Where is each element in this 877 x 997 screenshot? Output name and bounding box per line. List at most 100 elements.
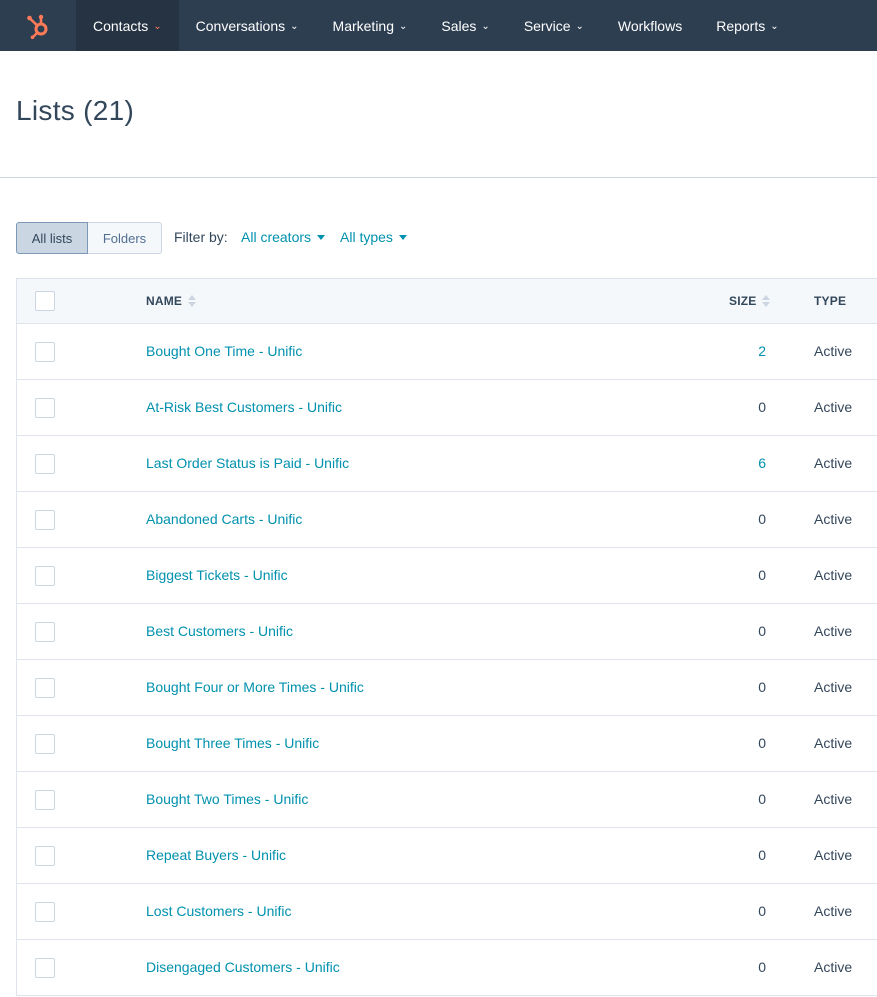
row-checkbox[interactable]	[35, 454, 55, 474]
list-type: Active	[814, 791, 853, 807]
list-size: 0	[758, 791, 766, 807]
list-name-link[interactable]: At-Risk Best Customers - Unific	[146, 399, 342, 415]
chevron-down-icon: ⌄	[153, 21, 162, 32]
list-name-link[interactable]: Bought One Time - Unific	[146, 343, 302, 359]
table-body: Bought One Time - Unific 2 Active At-Risk B…	[17, 324, 877, 996]
row-checkbox[interactable]	[35, 846, 55, 866]
filter-by-label: Filter by:	[174, 229, 228, 245]
caret-down-icon	[398, 235, 407, 240]
list-size: 0	[758, 623, 766, 639]
name-column-label: NAME	[146, 294, 183, 308]
row-checkbox[interactable]	[35, 622, 55, 642]
nav-item-label: Sales	[441, 17, 477, 34]
chevron-down-icon: ⌄	[290, 21, 299, 32]
nav-item-label: Marketing	[332, 17, 394, 34]
size-column-header[interactable]: SIZE	[729, 294, 771, 308]
page-title: Lists (21)	[16, 95, 135, 126]
types-filter-label: All types	[340, 229, 393, 245]
nav-item-reports[interactable]: Reports ⌄	[699, 0, 795, 51]
list-name-link[interactable]: Biggest Tickets - Unific	[146, 567, 288, 583]
list-type: Active	[814, 399, 853, 415]
list-type: Active	[814, 679, 853, 695]
chevron-down-icon: ⌄	[575, 21, 584, 32]
table-row: Bought Three Times - Unific 0 Active	[17, 716, 877, 772]
nav-item-label: Conversations	[195, 17, 286, 34]
row-checkbox[interactable]	[35, 734, 55, 754]
row-checkbox[interactable]	[35, 790, 55, 810]
nav-item-label: Service	[523, 17, 571, 34]
chevron-down-icon: ⌄	[399, 21, 408, 32]
nav-item-contacts[interactable]: Contacts ⌄	[76, 0, 179, 51]
nav-item-label: Contacts	[93, 17, 149, 34]
list-size: 0	[758, 511, 766, 527]
nav-item-workflows[interactable]: Workflows	[601, 0, 699, 51]
row-checkbox[interactable]	[35, 398, 55, 418]
row-checkbox[interactable]	[35, 566, 55, 586]
table-row: Bought One Time - Unific 2 Active	[17, 324, 877, 380]
chevron-down-icon: ⌄	[481, 21, 490, 32]
list-name-link[interactable]: Best Customers - Unific	[146, 623, 293, 639]
row-checkbox[interactable]	[35, 958, 55, 978]
list-type: Active	[814, 455, 853, 471]
list-name-link[interactable]: Last Order Status is Paid - Unific	[146, 455, 349, 471]
list-size: 0	[758, 735, 766, 751]
list-type: Active	[814, 343, 853, 359]
sort-icon	[762, 295, 771, 307]
list-type: Active	[814, 623, 853, 639]
table-row: Lost Customers - Unific 0 Active	[17, 884, 877, 940]
lists-table: NAME SIZE TYPE Bought One Time - Unific 2…	[16, 278, 877, 996]
folders-button[interactable]: Folders	[88, 222, 162, 254]
nav-item-label: Workflows	[617, 17, 683, 34]
list-name-link[interactable]: Bought Two Times - Unific	[146, 791, 308, 807]
list-type: Active	[814, 567, 853, 583]
name-column-header[interactable]: NAME	[146, 294, 197, 308]
row-checkbox[interactable]	[35, 510, 55, 530]
list-name-link[interactable]: Abandoned Carts - Unific	[146, 511, 302, 527]
type-column-header: TYPE	[814, 294, 846, 308]
caret-down-icon	[317, 235, 326, 240]
nav-item-sales[interactable]: Sales ⌄	[424, 0, 506, 51]
list-size[interactable]: 2	[758, 343, 766, 359]
row-checkbox[interactable]	[35, 678, 55, 698]
hubspot-logo-icon[interactable]	[0, 0, 76, 51]
nav-item-conversations[interactable]: Conversations ⌄	[179, 0, 316, 51]
list-type: Active	[814, 903, 853, 919]
title-divider	[0, 177, 877, 178]
nav-item-label: Reports	[716, 17, 766, 34]
list-size: 0	[758, 399, 766, 415]
list-size: 0	[758, 959, 766, 975]
list-name-link[interactable]: Disengaged Customers - Unific	[146, 959, 340, 975]
list-name-link[interactable]: Repeat Buyers - Unific	[146, 847, 286, 863]
creators-filter-label: All creators	[241, 229, 312, 245]
size-column-label: SIZE	[729, 294, 757, 308]
top-navigation: Contacts ⌄ Conversations ⌄ Marketing ⌄ Sales ⌄ S…	[0, 0, 877, 51]
list-name-link[interactable]: Bought Three Times - Unific	[146, 735, 319, 751]
select-all-checkbox[interactable]	[35, 291, 55, 311]
list-name-link[interactable]: Bought Four or More Times - Unific	[146, 679, 364, 695]
table-row: Last Order Status is Paid - Unific 6 Activ…	[17, 436, 877, 492]
type-column-label: TYPE	[814, 294, 847, 308]
table-row: Best Customers - Unific 0 Active	[17, 604, 877, 660]
types-filter-dropdown[interactable]: All types	[340, 229, 407, 245]
table-row: Biggest Tickets - Unific 0 Active	[17, 548, 877, 604]
row-checkbox[interactable]	[35, 902, 55, 922]
list-name-link[interactable]: Lost Customers - Unific	[146, 903, 291, 919]
row-checkbox[interactable]	[35, 342, 55, 362]
list-view-segmented-control: All lists Folders	[16, 222, 162, 254]
list-type: Active	[814, 959, 853, 975]
list-type: Active	[814, 847, 853, 863]
all-lists-button[interactable]: All lists	[16, 222, 88, 254]
creators-filter-dropdown[interactable]: All creators	[241, 229, 326, 245]
nav-item-marketing[interactable]: Marketing ⌄	[316, 0, 425, 51]
sort-icon	[188, 295, 197, 307]
table-row: Disengaged Customers - Unific 0 Active	[17, 940, 877, 996]
table-row: At-Risk Best Customers - Unific 0 Active	[17, 380, 877, 436]
table-row: Repeat Buyers - Unific 0 Active	[17, 828, 877, 884]
table-row: Abandoned Carts - Unific 0 Active	[17, 492, 877, 548]
nav-item-service[interactable]: Service ⌄	[507, 0, 601, 51]
list-size: 0	[758, 903, 766, 919]
table-row: Bought Two Times - Unific 0 Active	[17, 772, 877, 828]
list-type: Active	[814, 511, 853, 527]
list-size[interactable]: 6	[758, 455, 766, 471]
table-row: Bought Four or More Times - Unific 0 Activ…	[17, 660, 877, 716]
